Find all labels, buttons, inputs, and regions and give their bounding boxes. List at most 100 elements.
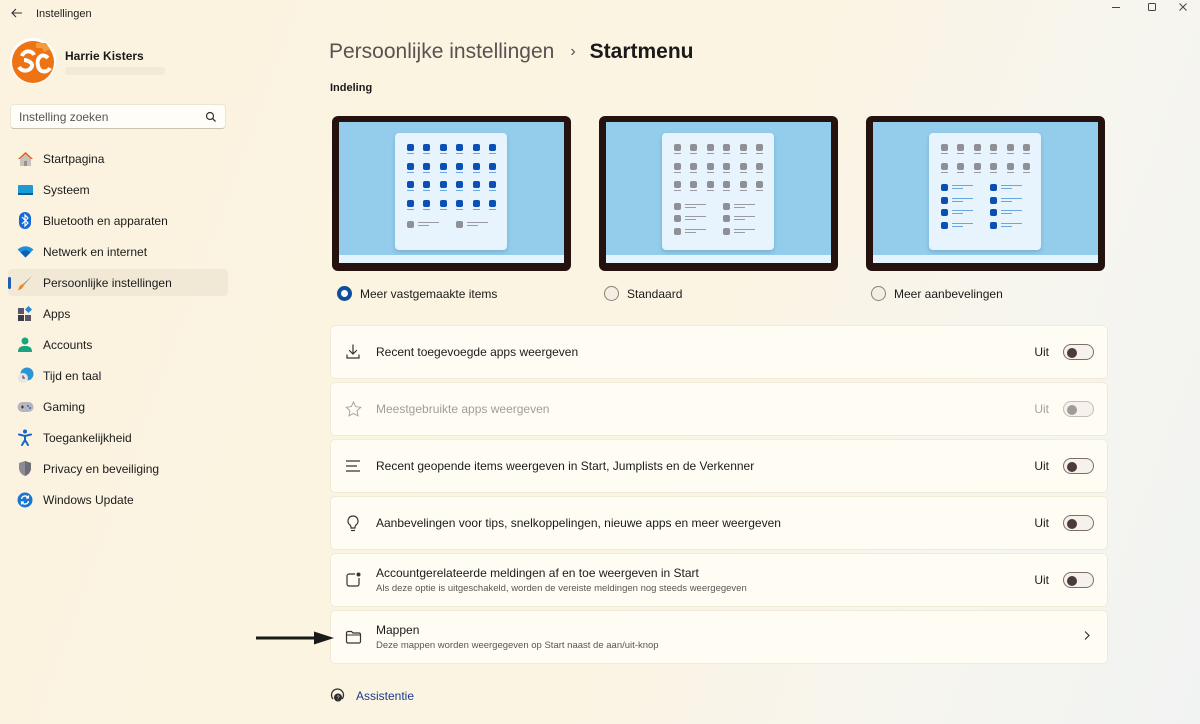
recommended-item [941,209,990,222]
maximize-icon [1148,3,1156,11]
user-email-redacted [65,67,165,75]
pinned-app-tile [973,162,990,182]
title-bar: Instellingen [0,0,1200,28]
setting-folders[interactable]: Mappen Deze mappen worden weergegeven op… [330,610,1108,664]
close-button[interactable] [1165,0,1200,14]
toggle-switch[interactable] [1063,458,1094,474]
layout-preview[interactable] [599,116,838,271]
star-icon [344,400,362,418]
minimize-button[interactable] [1098,0,1134,14]
recommended-item [674,215,723,228]
avatar[interactable] [10,38,56,84]
pinned-app-tile [755,162,772,182]
pinned-app-tile [957,144,973,163]
toggle-state-label: Uit [1034,345,1049,359]
sidebar-item-toegankelijkheid[interactable]: Toegankelijkheid [8,424,228,451]
toggle-state-label: Uit [1034,459,1049,473]
sidebar-item-windows-update[interactable]: Windows Update [8,486,228,513]
recommended-item [674,202,723,216]
sidebar-item-persoonlijke-instellingen[interactable]: Persoonlijke instellingen [8,269,228,296]
recommended-item [941,221,990,235]
pinned-app-tile [723,162,739,182]
toggle-switch [1063,401,1094,417]
assist-link[interactable]: ? Assistentie [330,688,414,703]
sidebar-item-gaming[interactable]: Gaming [8,393,228,420]
preview-screen [339,122,564,263]
layout-radio-row[interactable]: Meer aanbevelingen [866,286,1106,301]
toggle-switch[interactable] [1063,344,1094,360]
radio-button[interactable] [604,286,619,301]
time-language-icon [16,367,34,385]
pinned-app-tile [456,181,472,200]
settings-list: Recent toegevoegde apps weergeven Uit Me… [330,325,1108,667]
account-icon [16,336,34,354]
setting-title: Recent geopende items weergeven in Start… [376,459,755,473]
pinned-app-tile [439,144,456,163]
sidebar-item-apps[interactable]: Apps [8,300,228,327]
pinned-app-tile [941,144,957,163]
svg-text:?: ? [336,696,339,702]
download-icon [344,343,362,361]
radio-button[interactable] [871,286,886,301]
setting-recent-items[interactable]: Recent geopende items weergeven in Start… [330,439,1108,493]
layout-radio-row[interactable]: Meer vastgemaakte items [332,286,572,301]
pinned-app-tile [674,162,690,182]
pinned-app-tile [1006,144,1023,163]
preview-taskbar [606,255,831,263]
layout-radio-row[interactable]: Standaard [599,286,839,301]
layout-preview[interactable] [332,116,571,271]
recommended-item [456,221,505,234]
app-title: Instellingen [36,8,92,20]
pinned-app-tile [690,144,706,163]
annotation-arrow-icon [256,631,334,645]
search-icon[interactable] [205,111,217,123]
recommended-item [723,215,772,228]
toggle-switch[interactable] [1063,515,1094,531]
help-chat-icon: ? [330,688,345,702]
search-box[interactable] [10,104,226,129]
pinned-app-tile [456,162,472,182]
sidebar-item-bluetooth[interactable]: Bluetooth en apparaten [8,207,228,234]
layout-preview[interactable] [866,116,1105,271]
recommended-item [990,209,1039,222]
search-input[interactable] [19,109,199,124]
pinned-app-tile [1006,162,1023,182]
pinned-app-tile [456,199,472,219]
layout-section-label: Indeling [330,82,373,94]
sidebar-item-startpagina[interactable]: Startpagina [8,145,228,172]
pinned-app-tile [488,162,505,182]
sidebar-item-label: Startpagina [43,151,105,166]
setting-title: Meestgebruikte apps weergeven [376,402,550,416]
pinned-app-tile [690,162,706,182]
setting-recommendations[interactable]: Aanbevelingen voor tips, snelkoppelingen… [330,496,1108,550]
sidebar-item-label: Systeem [43,182,90,197]
radio-label: Meer vastgemaakte items [360,286,498,301]
radio-button[interactable] [337,286,352,301]
setting-account-notifications[interactable]: Accountgerelateerde meldingen af en toe … [330,553,1108,607]
pinned-app-tile [739,181,756,200]
sidebar-item-label: Toegankelijkheid [43,430,132,445]
sidebar-item-tijd-en-taal[interactable]: Tijd en taal [8,362,228,389]
sidebar-item-label: Bluetooth en apparaten [43,213,168,228]
pinned-app-tile [755,181,772,200]
layout-option-more-pins: Meer vastgemaakte items [332,116,572,301]
setting-recent-apps[interactable]: Recent toegevoegde apps weergeven Uit [330,325,1108,379]
sidebar-item-accounts[interactable]: Accounts [8,331,228,358]
pinned-app-tile [407,199,423,219]
pinned-app-tile [423,162,439,182]
pinned-app-tile [472,144,489,163]
sidebar-item-netwerk[interactable]: Netwerk en internet [8,238,228,265]
toggle-switch[interactable] [1063,572,1094,588]
pinned-app-tile [739,144,756,163]
sidebar-item-privacy[interactable]: Privacy en beveiliging [8,455,228,482]
sidebar-item-label: Netwerk en internet [43,244,148,259]
back-button[interactable] [8,4,26,22]
breadcrumb-parent[interactable]: Persoonlijke instellingen [329,40,554,64]
sidebar-nav: Startpagina Systeem Bluetooth en apparat… [8,145,228,517]
recommended-item [723,202,772,216]
layout-option-default: Standaard [599,116,839,301]
close-icon [1179,3,1187,11]
preview-taskbar [873,255,1098,263]
pinned-app-tile [973,144,990,163]
sidebar-item-systeem[interactable]: Systeem [8,176,228,203]
